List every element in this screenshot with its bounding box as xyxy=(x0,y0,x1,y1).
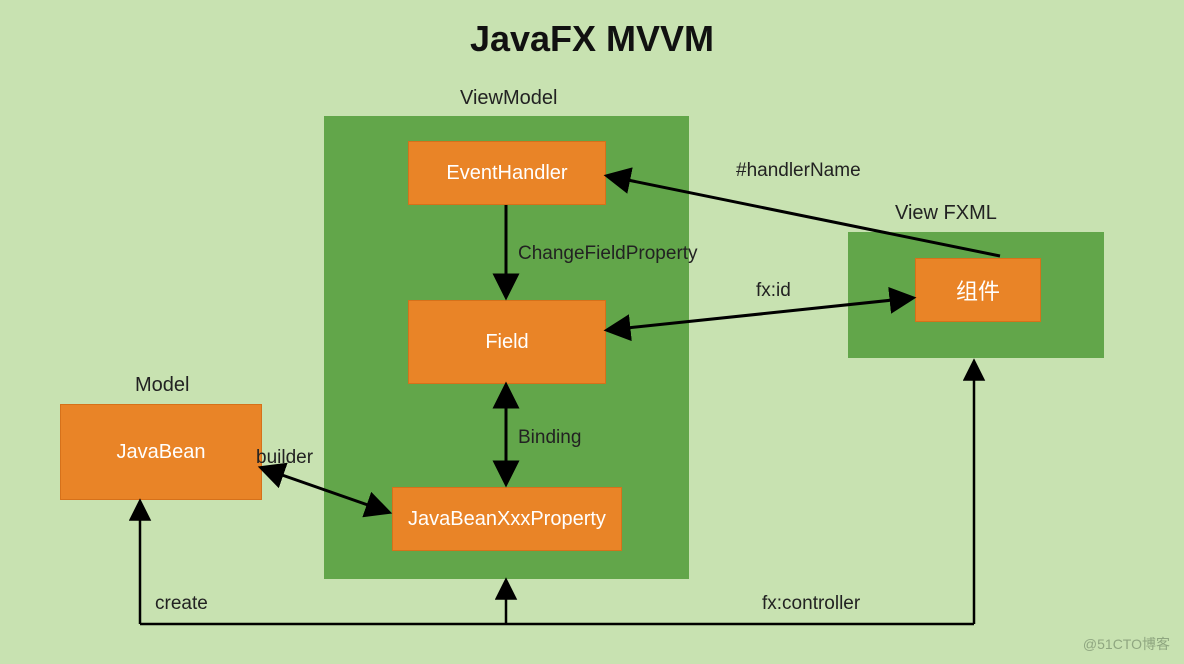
edge-label-binding: Binding xyxy=(518,427,581,449)
component-node: 组件 xyxy=(915,258,1041,322)
diagram-title: JavaFX MVVM xyxy=(0,18,1184,60)
watermark: @51CTO博客 xyxy=(1083,634,1170,654)
edge-label-fxid: fx:id xyxy=(756,280,791,302)
edge-label-fxcontroller: fx:controller xyxy=(762,593,860,615)
eventhandler-node: EventHandler xyxy=(408,141,606,205)
model-container-label: Model xyxy=(135,374,189,397)
edge-label-builder: builder xyxy=(256,447,313,469)
javabean-node: JavaBean xyxy=(60,404,262,500)
viewmodel-container-label: ViewModel xyxy=(460,87,557,110)
javabeanxxxproperty-node: JavaBeanXxxProperty xyxy=(392,487,622,551)
edge-label-handlername: #handlerName xyxy=(736,160,861,182)
view-container-label: View FXML xyxy=(895,202,997,225)
edge-label-changefieldproperty: ChangeFieldProperty xyxy=(518,243,698,265)
edge-label-create: create xyxy=(155,593,208,615)
field-node: Field xyxy=(408,300,606,384)
